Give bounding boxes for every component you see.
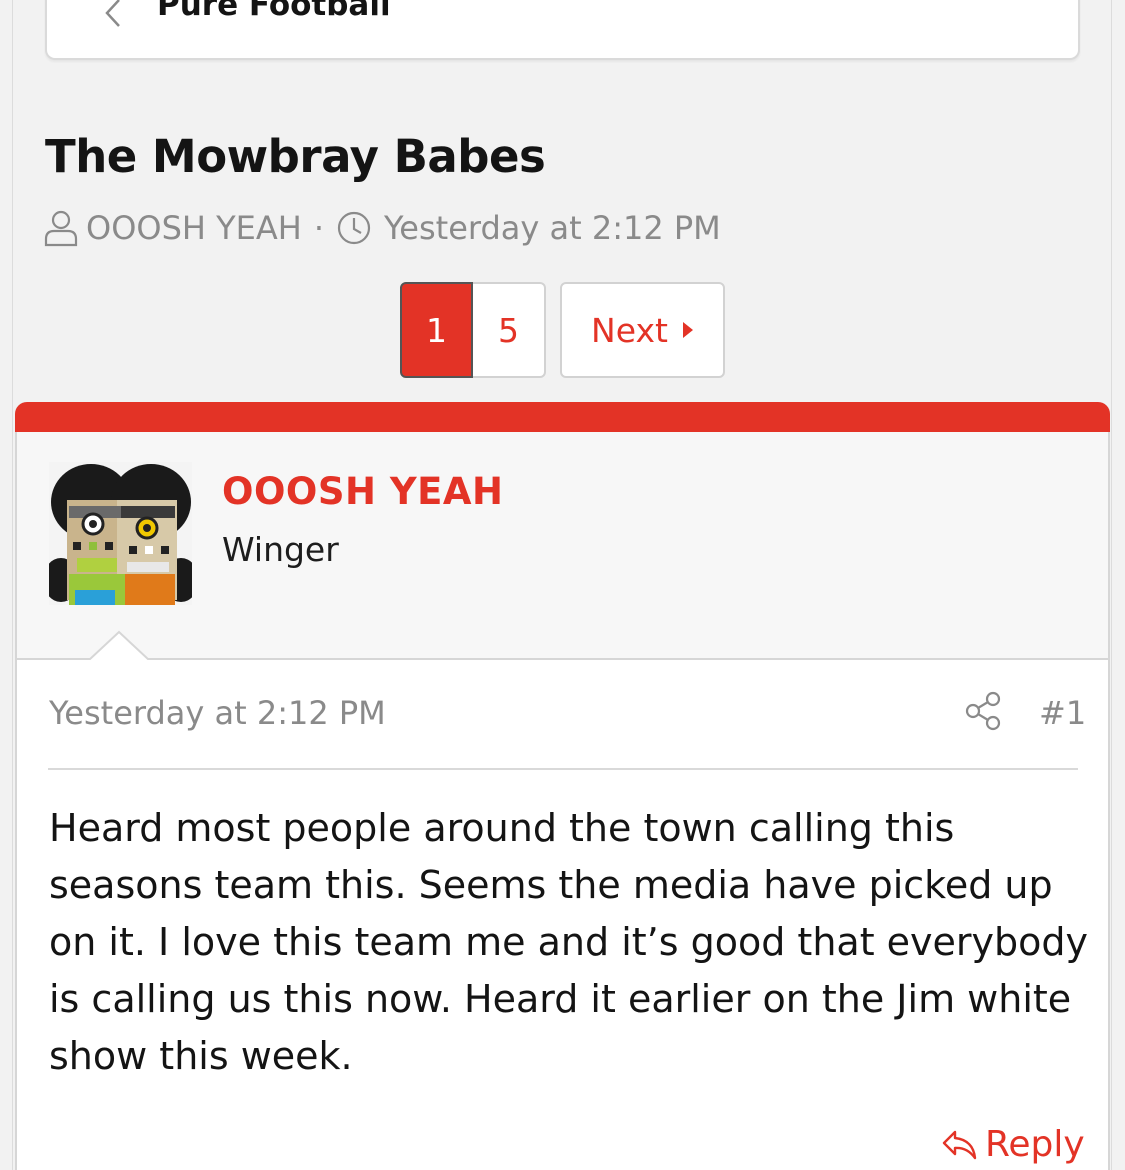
breadcrumb[interactable]: Pure Football xyxy=(45,0,1080,60)
post-number[interactable]: #1 xyxy=(1039,694,1086,732)
thread-date[interactable]: Yesterday at 2:12 PM xyxy=(384,209,721,247)
breadcrumb-label[interactable]: Pure Football xyxy=(157,0,391,21)
reply-label: Reply xyxy=(985,1124,1085,1165)
post-date[interactable]: Yesterday at 2:12 PM xyxy=(49,694,386,732)
post-body: Heard most people around the town callin… xyxy=(49,806,1089,1078)
post-user-title: Winger xyxy=(222,530,339,569)
reply-icon xyxy=(942,1130,977,1159)
avatar[interactable] xyxy=(49,462,192,605)
caret-right-icon xyxy=(682,322,693,338)
page-5-button[interactable]: 5 xyxy=(473,282,546,378)
user-block-pointer xyxy=(89,630,149,660)
meta-separator: · xyxy=(313,208,324,247)
share-icon[interactable] xyxy=(963,690,1003,732)
next-label: Next xyxy=(591,310,668,350)
reply-button[interactable]: Reply xyxy=(941,1124,1085,1165)
post: OOOSH YEAH Winger Yesterday at 2:12 PM #… xyxy=(15,402,1110,1170)
pagination: 1 5 Next xyxy=(400,282,725,378)
page-1-button[interactable]: 1 xyxy=(400,282,473,378)
chevron-left-icon[interactable] xyxy=(101,0,127,28)
user-icon xyxy=(44,210,78,246)
thread-meta: OOOSH YEAH · Yesterday at 2:12 PM xyxy=(44,205,721,250)
post-username[interactable]: OOOSH YEAH xyxy=(222,470,504,513)
post-accent-bar xyxy=(15,402,1110,432)
clock-icon xyxy=(337,211,371,244)
thread-title: The Mowbray Babes xyxy=(45,130,546,183)
thread-author[interactable]: OOOSH YEAH xyxy=(86,209,302,247)
next-page-button[interactable]: Next xyxy=(560,282,725,378)
post-divider xyxy=(48,768,1078,770)
post-user-block: OOOSH YEAH Winger xyxy=(17,432,1108,660)
